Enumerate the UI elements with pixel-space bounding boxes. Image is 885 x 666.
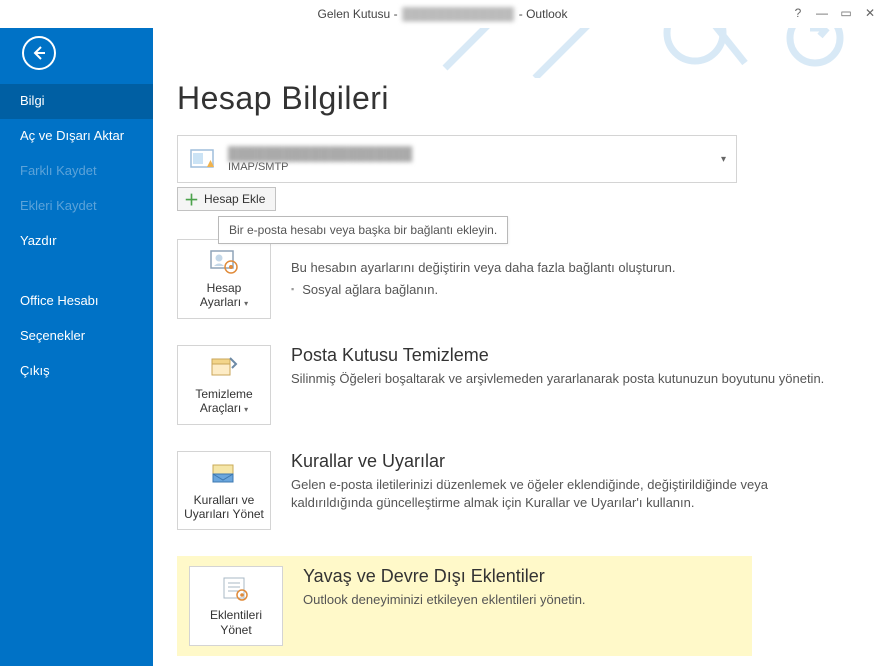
sidebar-item-office-hesabi[interactable]: Office Hesabı [0, 284, 153, 319]
add-account-label: Hesap Ekle [204, 192, 265, 206]
addins-icon [220, 575, 252, 603]
section-bullet: Sosyal ağlara bağlanın. [291, 282, 841, 297]
sidebar-item-ekleri-kaydet: Ekleri Kaydet [0, 189, 153, 224]
title-prefix: Gelen Kutusu - [318, 7, 401, 21]
chevron-down-icon: ▾ [244, 405, 248, 414]
manage-addins-button[interactable]: Eklentileri Yönet [189, 566, 283, 646]
section-heading: Yavaş ve Devre Dışı Eklentiler [303, 566, 720, 587]
help-button[interactable]: ? [787, 3, 809, 23]
back-button[interactable] [22, 36, 56, 70]
sidebar-item-bilgi[interactable]: Bilgi [0, 84, 153, 119]
backstage-header [0, 28, 885, 78]
account-icon [188, 144, 218, 174]
section-rules: Kuralları ve Uyarıları Yönet Kurallar ve… [177, 451, 861, 531]
title-suffix: - Outlook [515, 7, 567, 21]
section-heading: Posta Kutusu Temizleme [291, 345, 841, 366]
dropdown-arrow-icon: ▾ [721, 154, 726, 165]
section-desc: Gelen e-posta iletilerinizi düzenlemek v… [291, 476, 841, 514]
sidebar-item-label: Çıkış [20, 363, 50, 378]
sidebar-item-label: Farklı Kaydet [20, 163, 97, 178]
cleanup-icon [208, 354, 240, 382]
section-desc: Silinmiş Öğeleri boşaltarak ve arşivleme… [291, 370, 841, 389]
sidebar-item-farkli-kaydet: Farklı Kaydet [0, 154, 153, 189]
header-pattern [153, 28, 885, 78]
add-account-tooltip: Bir e-posta hesabı veya başka bir bağlan… [218, 216, 508, 244]
minimize-button[interactable]: — [811, 3, 833, 23]
add-account-button[interactable]: ＋ Hesap Ekle [177, 187, 276, 211]
window-title: Gelen Kutusu - █████████████ - Outlook [318, 7, 568, 21]
tooltip-text: Bir e-posta hesabı veya başka bir bağlan… [229, 223, 497, 237]
page-title: Hesap Bilgileri [177, 80, 861, 117]
title-bar: Gelen Kutusu - █████████████ - Outlook ?… [0, 0, 885, 28]
sidebar-item-label: Bilgi [20, 93, 45, 108]
restore-button[interactable]: ▭ [835, 3, 857, 23]
section-cleanup: Temizleme Araçları▾ Posta Kutusu Temizle… [177, 345, 861, 425]
button-label: Hesap Ayarları [200, 281, 241, 309]
section-desc: Bu hesabın ayarlarını değiştirin veya da… [291, 259, 841, 278]
sidebar-item-label: Yazdır [20, 233, 57, 248]
arrow-left-icon [31, 45, 47, 61]
cleanup-tools-button[interactable]: Temizleme Araçları▾ [177, 345, 271, 425]
section-desc: Outlook deneyiminizi etkileyen eklentile… [303, 591, 720, 610]
section-heading: Kurallar ve Uyarılar [291, 451, 841, 472]
account-selector[interactable]: ████████████████████ IMAP/SMTP ▾ [177, 135, 737, 183]
plus-icon: ＋ [184, 189, 199, 210]
section-account-settings: Hesap Ayarları▾ Bu hesabın ayarlarını de… [177, 239, 861, 319]
backstage-sidebar: Bilgi Aç ve Dışarı Aktar Farklı Kaydet E… [0, 78, 153, 666]
close-button[interactable]: ✕ [859, 3, 881, 23]
backstage-content: Hesap Bilgileri ████████████████████ IMA… [153, 78, 885, 666]
sidebar-item-label: Ekleri Kaydet [20, 198, 97, 213]
sidebar-item-ac-disari-aktar[interactable]: Aç ve Dışarı Aktar [0, 119, 153, 154]
account-settings-button[interactable]: Hesap Ayarları▾ [177, 239, 271, 319]
account-email: ████████████████████ [228, 146, 721, 161]
sidebar-item-label: Seçenekler [20, 328, 85, 343]
section-addins: Eklentileri Yönet Yavaş ve Devre Dışı Ek… [177, 556, 752, 656]
rules-icon [208, 460, 240, 488]
sidebar-item-yazdir[interactable]: Yazdır [0, 224, 153, 259]
account-settings-icon [208, 248, 240, 276]
button-label: Kuralları ve Uyarıları Yönet [182, 493, 266, 522]
sidebar-item-label: Office Hesabı [20, 293, 99, 308]
sidebar-item-cikis[interactable]: Çıkış [0, 354, 153, 389]
manage-rules-button[interactable]: Kuralları ve Uyarıları Yönet [177, 451, 271, 531]
sidebar-item-label: Aç ve Dışarı Aktar [20, 128, 124, 143]
title-account-masked: █████████████ [401, 7, 516, 21]
sidebar-item-secenekler[interactable]: Seçenekler [0, 319, 153, 354]
account-protocol: IMAP/SMTP [228, 161, 721, 173]
button-label: Eklentileri Yönet [194, 608, 278, 637]
chevron-down-icon: ▾ [244, 299, 248, 308]
